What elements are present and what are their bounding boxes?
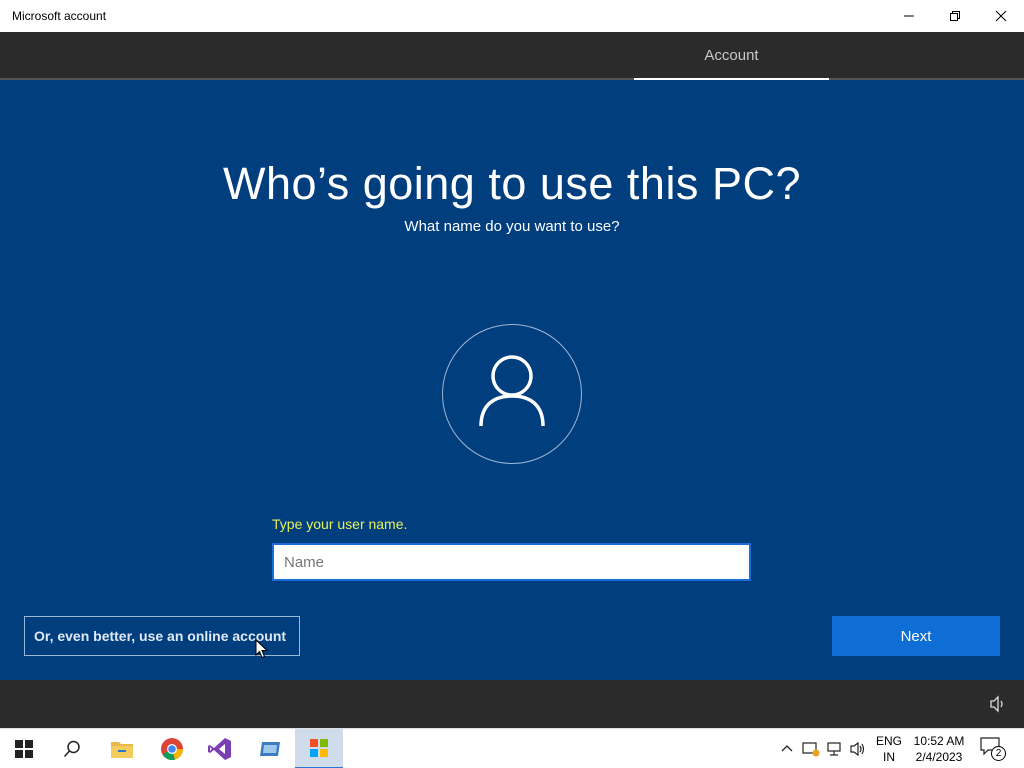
- taskbar-remote-app[interactable]: [246, 729, 294, 768]
- avatar: [442, 324, 582, 464]
- taskbar-chrome[interactable]: [148, 729, 196, 768]
- search-button[interactable]: [48, 729, 96, 768]
- show-hidden-icons-button[interactable]: [777, 739, 797, 759]
- visual-studio-icon: [208, 738, 231, 760]
- main-content: Who’s going to use this PC? What name do…: [0, 80, 1024, 680]
- tray-network-button[interactable]: [825, 739, 845, 759]
- microsoft-store-icon: [310, 739, 328, 757]
- taskbar-file-explorer[interactable]: [98, 729, 146, 768]
- restore-icon: [950, 11, 960, 21]
- start-button[interactable]: [0, 729, 48, 768]
- speaker-icon: [850, 741, 865, 757]
- chrome-icon: [161, 738, 184, 761]
- tray-volume-button[interactable]: [848, 739, 868, 759]
- close-button[interactable]: [978, 0, 1024, 32]
- username-input[interactable]: [272, 543, 751, 581]
- page-title: Who’s going to use this PC?: [223, 158, 801, 209]
- language-code: ENG: [875, 734, 902, 748]
- minimize-icon: [904, 15, 914, 17]
- restore-button[interactable]: [932, 0, 978, 32]
- clock-date: 2/4/2023: [915, 750, 963, 764]
- notification-count-badge: 2: [991, 746, 1006, 761]
- tray-security-button[interactable]: [801, 739, 821, 759]
- page-subtitle: What name do you want to use?: [404, 218, 620, 235]
- file-explorer-icon: [111, 742, 133, 758]
- volume-button[interactable]: [988, 694, 1008, 719]
- action-center-button[interactable]: 2: [980, 737, 1006, 761]
- clock-time: 10:52 AM: [913, 734, 965, 748]
- oobe-nav-bar: Account: [0, 32, 1024, 80]
- mouse-cursor-icon: [255, 639, 269, 659]
- oobe-bottom-bar: [0, 680, 1024, 728]
- search-icon: [63, 740, 80, 758]
- minimize-button[interactable]: [886, 0, 932, 32]
- windows-start-icon: [15, 740, 33, 758]
- next-button[interactable]: Next: [832, 616, 1000, 656]
- taskbar: ENG IN 10:52 AM 2/4/2023 2: [0, 728, 1024, 768]
- close-icon: [995, 10, 1007, 22]
- clock-button[interactable]: 10:52 AM 2/4/2023: [910, 733, 968, 765]
- taskbar-microsoft-store[interactable]: [295, 729, 343, 768]
- chevron-up-icon: [781, 745, 793, 752]
- window-title: Microsoft account: [12, 9, 107, 23]
- language-region: IN: [883, 750, 895, 764]
- remote-app-icon: [260, 742, 280, 756]
- taskbar-visual-studio[interactable]: [196, 729, 244, 768]
- tab-account[interactable]: Account: [634, 32, 829, 80]
- username-prompt: Type your user name.: [272, 516, 408, 532]
- volume-icon: [990, 695, 1003, 713]
- user-icon: [479, 355, 545, 427]
- input-language-button[interactable]: ENG IN: [872, 733, 906, 765]
- title-bar: Microsoft account: [0, 0, 1024, 32]
- network-icon: [827, 742, 841, 756]
- security-alert-icon: [802, 742, 820, 757]
